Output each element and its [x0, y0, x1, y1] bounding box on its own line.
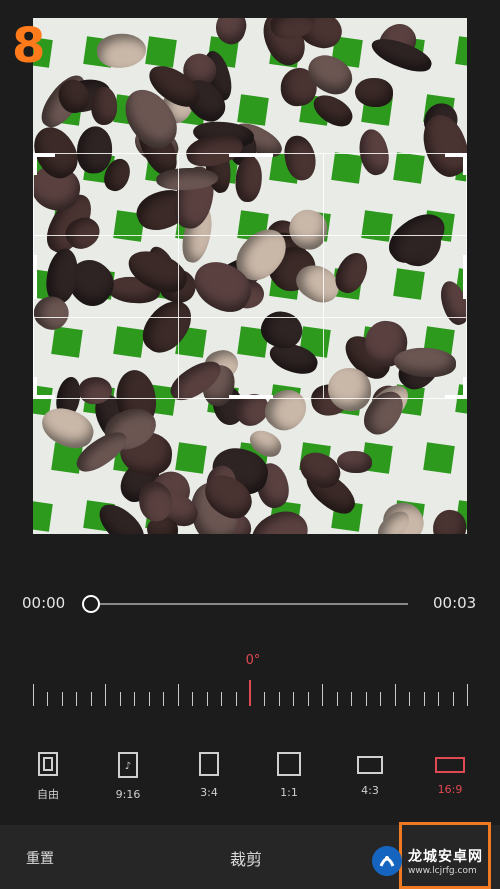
ratio-label: 1:1 — [280, 786, 298, 799]
rotation-tick — [192, 692, 194, 706]
crop-handle-top[interactable] — [229, 153, 273, 157]
rotation-tick — [76, 692, 78, 706]
rotation-ruler[interactable] — [33, 680, 468, 706]
rotation-tick — [394, 684, 396, 706]
rotation-tick — [177, 684, 179, 706]
seed — [95, 31, 148, 70]
tray-tile — [455, 36, 467, 68]
total-duration: 00:03 — [433, 594, 477, 612]
rotation-tick — [423, 692, 425, 706]
ratio-label: 16:9 — [437, 783, 463, 796]
page-title: 裁剪 — [230, 850, 263, 869]
timeline-scrubber[interactable] — [82, 595, 100, 613]
tray-tile — [423, 442, 455, 474]
rotation-tick — [409, 692, 411, 706]
rotation-tick — [380, 692, 382, 706]
current-time: 00:00 — [22, 594, 66, 612]
rotation-tick — [307, 692, 309, 706]
ratio-3-4-icon — [179, 752, 239, 780]
ratio-option-4-3[interactable]: 4:3 — [340, 752, 400, 797]
ratio-label: 4:3 — [361, 784, 379, 797]
crop-grid-line — [34, 235, 466, 236]
watermark: 龙城安卓网 www.lcjrfg.com — [372, 846, 483, 876]
rotation-current-indicator — [249, 680, 251, 706]
crop-handle-bottom-right[interactable] — [463, 377, 467, 399]
ratio-option-3-4[interactable]: 3:4 — [179, 752, 239, 799]
rotation-tick — [61, 692, 63, 706]
rotation-tick — [235, 692, 237, 706]
rotation-tick — [322, 684, 324, 706]
ratio-option-9-16[interactable]: ♪ 9:16 — [98, 752, 158, 801]
ratio-option-1-1[interactable]: 1:1 — [259, 752, 319, 799]
crop-grid-line — [178, 154, 179, 398]
rotation-tick — [351, 692, 353, 706]
rotation-tick — [264, 692, 266, 706]
ratio-label: 自由 — [37, 788, 59, 801]
free-crop-icon — [18, 752, 78, 780]
tiktok-ratio-icon: ♪ — [98, 752, 158, 782]
ratio-option-16-9[interactable]: 16:9 — [420, 752, 480, 796]
seed — [336, 450, 372, 474]
watermark-name: 龙城安卓网 — [408, 849, 483, 865]
watermark-logo-icon — [372, 846, 402, 876]
timeline-track[interactable] — [92, 603, 408, 605]
svg-text:♪: ♪ — [125, 761, 131, 772]
crop-handle-bottom-left[interactable] — [33, 377, 37, 399]
ratio-16-9-icon — [420, 752, 480, 777]
rotation-tick — [438, 692, 440, 706]
rotation-tick — [148, 692, 150, 706]
crop-handle-bottom[interactable] — [229, 395, 273, 399]
rotation-tick — [163, 692, 165, 706]
crop-handle-right[interactable] — [463, 255, 467, 299]
crop-handle-top-left[interactable] — [33, 153, 37, 175]
watermark-url: www.lcjrfg.com — [408, 866, 477, 876]
rotation-tick — [206, 692, 208, 706]
rotation-tick — [452, 692, 454, 706]
rotation-tick — [47, 692, 49, 706]
tray-tile — [237, 94, 269, 126]
tray-tile — [145, 36, 177, 68]
crop-handle-left[interactable] — [33, 255, 37, 299]
crop-grid-line — [323, 154, 324, 398]
rotation-angle-label: 0° — [245, 653, 261, 668]
ratio-label: 9:16 — [115, 788, 141, 801]
rotation-tick — [278, 692, 280, 706]
rotation-tick — [105, 684, 107, 706]
step-marker: 8 — [12, 18, 46, 74]
tray-tile — [175, 442, 207, 474]
rotation-tick — [119, 692, 121, 706]
tray-tile — [33, 500, 53, 532]
seed — [355, 77, 393, 107]
rotation-tick — [90, 692, 92, 706]
ratio-1-1-icon — [259, 752, 319, 780]
crop-frame[interactable] — [33, 153, 467, 399]
rotation-tick — [33, 684, 34, 706]
crop-handle-top-right[interactable] — [463, 153, 467, 175]
rotation-tick — [467, 684, 468, 706]
rotation-tick — [336, 692, 338, 706]
ratio-option-free[interactable]: 自由 — [18, 752, 78, 802]
ratio-label: 3:4 — [200, 786, 218, 799]
crop-grid-line — [34, 317, 466, 318]
rotation-tick — [221, 692, 223, 706]
ratio-4-3-icon — [340, 752, 400, 778]
rotation-tick — [365, 692, 367, 706]
rotation-tick — [134, 692, 136, 706]
rotation-tick — [293, 692, 295, 706]
reset-button[interactable]: 重置 — [26, 848, 54, 868]
